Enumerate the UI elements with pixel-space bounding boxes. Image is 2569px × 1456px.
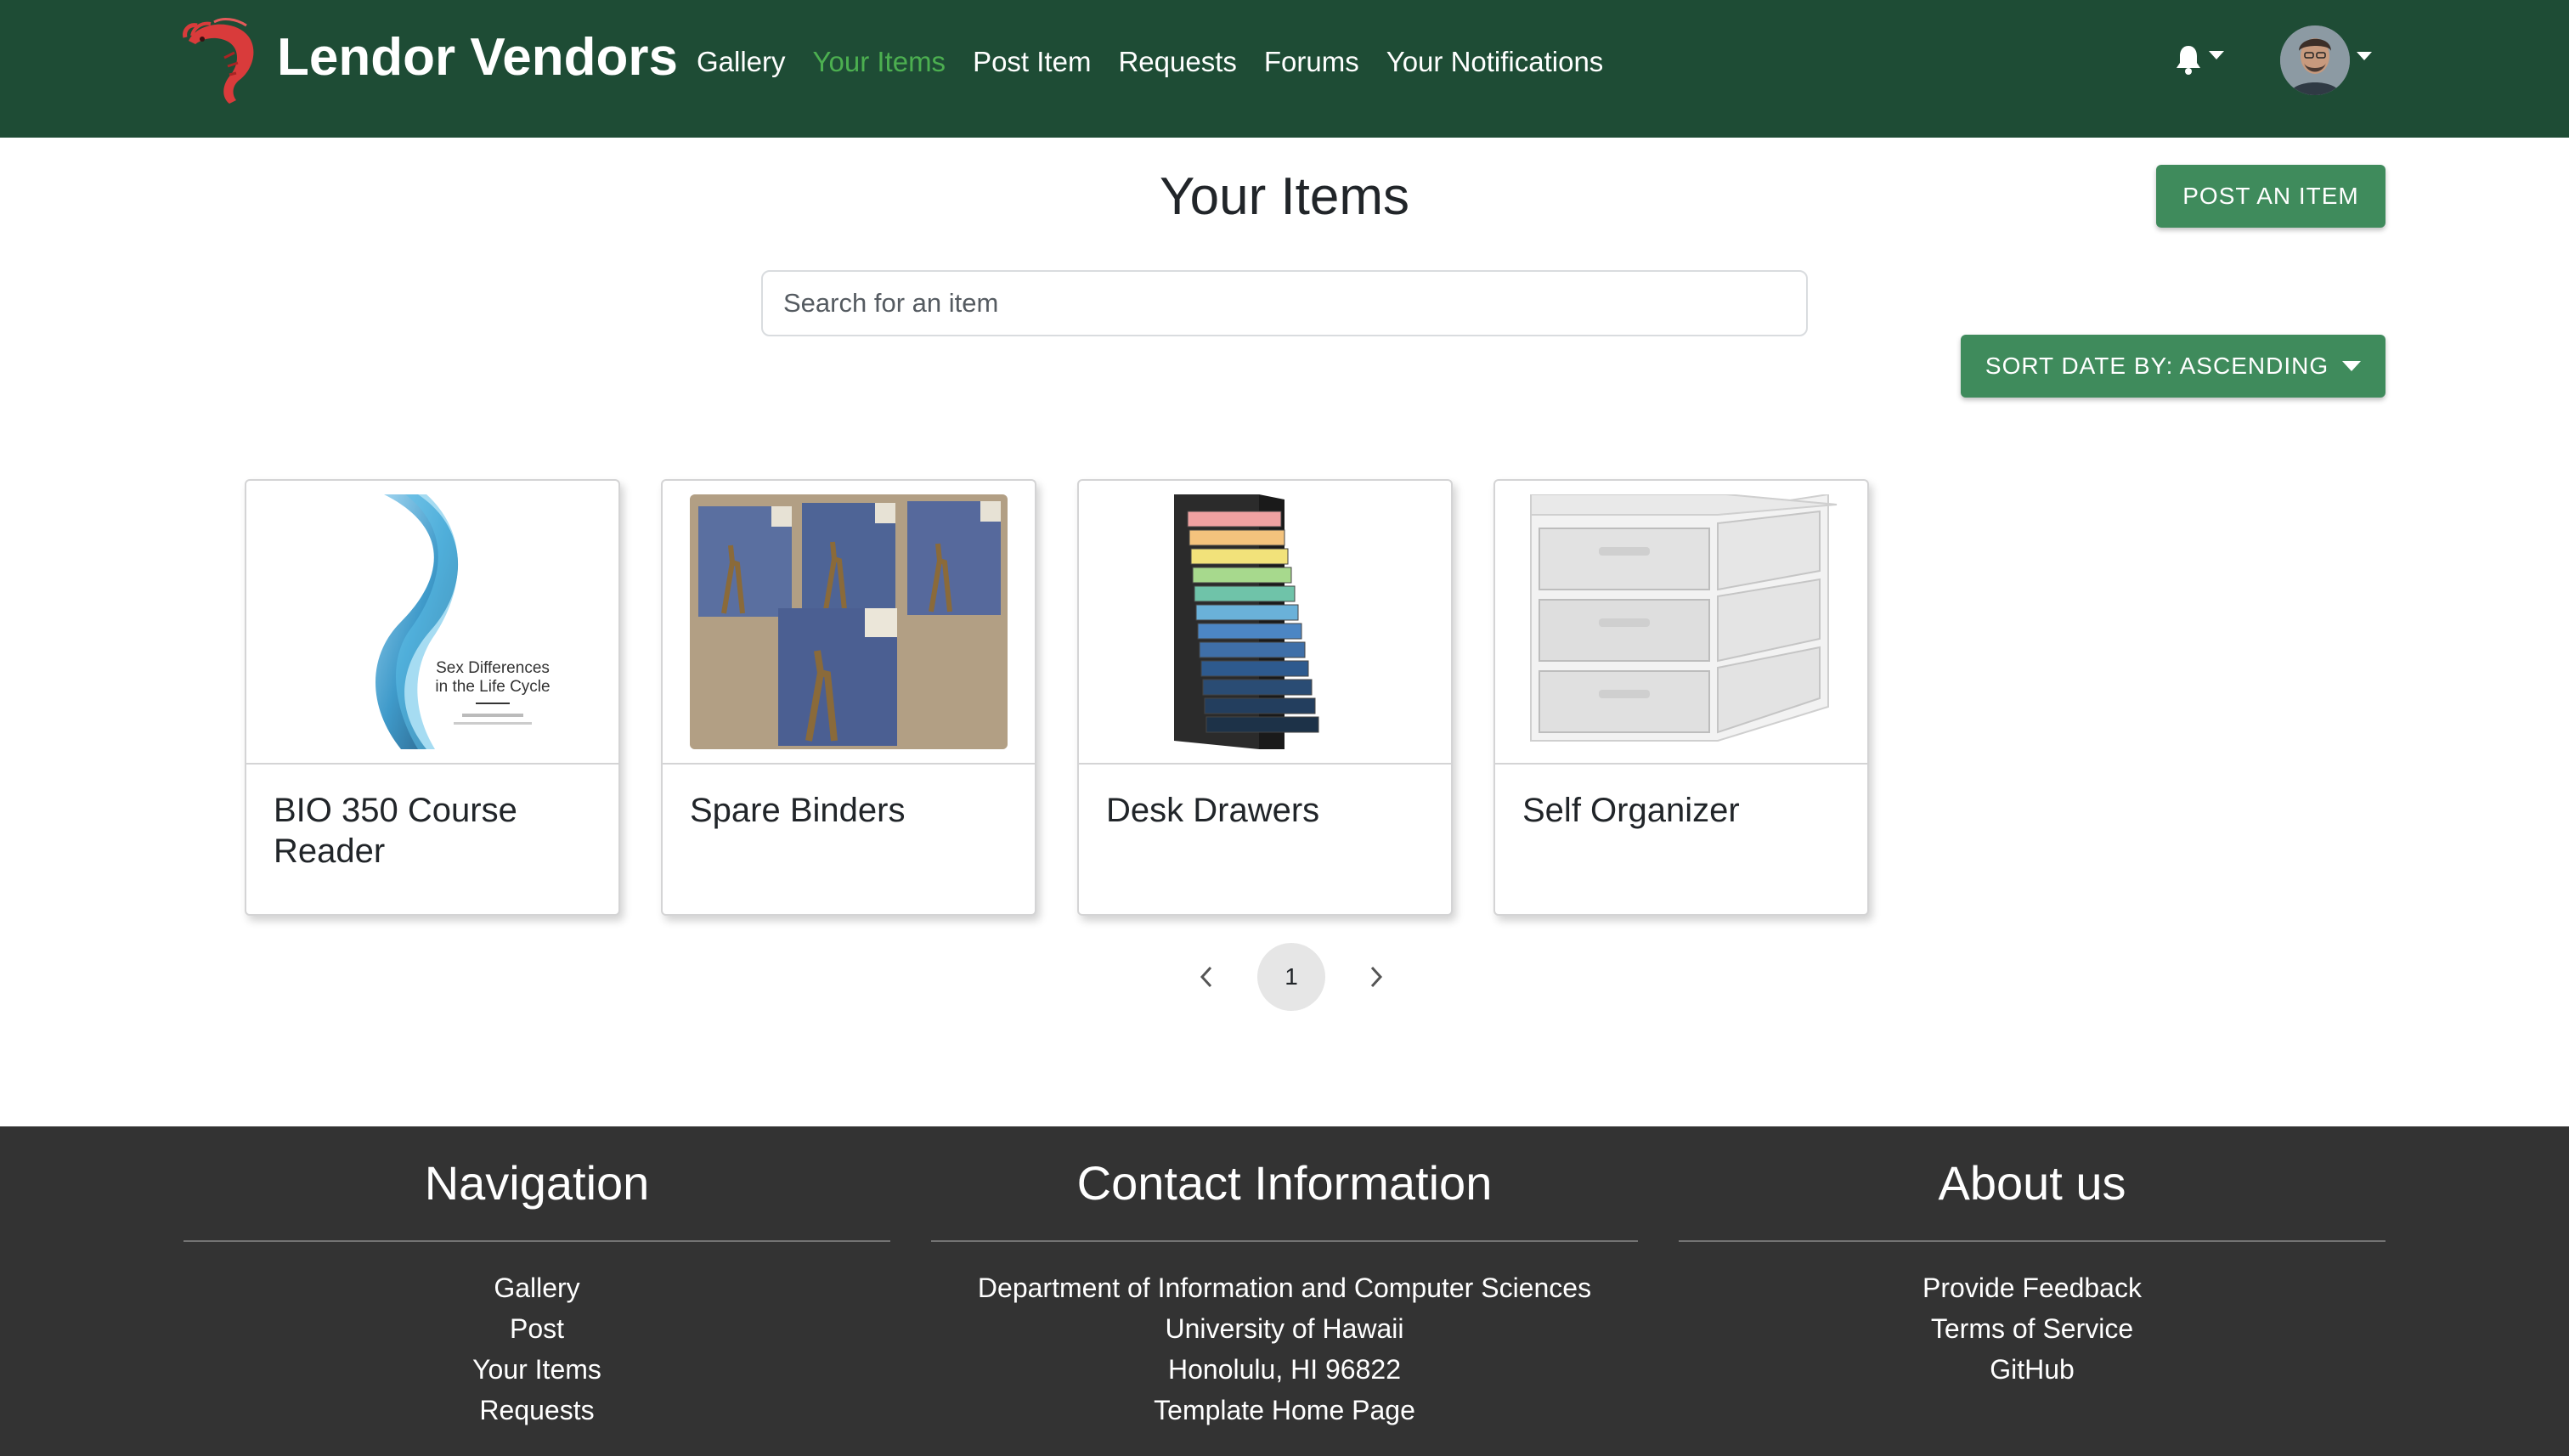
brand-name[interactable]: Lendor Vendors <box>277 24 678 92</box>
nav-requests[interactable]: Requests <box>1118 41 1236 83</box>
search-input[interactable] <box>761 270 1808 336</box>
spare-binders-image <box>690 494 1008 749</box>
bell-icon <box>2177 46 2200 75</box>
sort-date-button[interactable]: SORT DATE BY: ASCENDING <box>1961 335 2386 398</box>
item-image-wrap: Sex Differences in the Life Cycle <box>246 481 618 765</box>
nav-your-notifications[interactable]: Your Notifications <box>1386 41 1604 83</box>
footer-link-your-items[interactable]: Your Items <box>184 1349 890 1390</box>
nav-gallery[interactable]: Gallery <box>697 41 786 83</box>
shrimp-logo-icon[interactable] <box>180 15 268 105</box>
footer-divider <box>1679 1240 2386 1242</box>
item-card[interactable]: Spare Binders <box>661 479 1036 916</box>
nav-forums[interactable]: Forums <box>1264 41 1359 83</box>
main-nav: Gallery Your Items Post Item Requests Fo… <box>697 41 1630 83</box>
top-navbar: Lendor Vendors Gallery Your Items Post I… <box>0 0 2569 138</box>
item-image-wrap <box>1079 481 1451 765</box>
footer-link-terms[interactable]: Terms of Service <box>1679 1308 2386 1349</box>
page-1-button[interactable]: 1 <box>1257 943 1325 1011</box>
chevron-down-icon <box>2209 51 2224 59</box>
footer-address: Honolulu, HI 96822 <box>1168 1354 1401 1385</box>
footer-navigation-heading: Navigation <box>424 1156 650 1210</box>
footer-divider <box>931 1240 1638 1242</box>
chevron-down-icon <box>2357 52 2372 60</box>
footer-contact-heading: Contact Information <box>1076 1156 1493 1210</box>
item-card[interactable]: Sex Differences in the Life Cycle BIO 35… <box>245 479 620 916</box>
item-image-wrap <box>663 481 1035 765</box>
item-title[interactable]: BIO 350 Course Reader <box>246 765 618 897</box>
item-title[interactable]: Desk Drawers <box>1079 765 1451 856</box>
footer-link-feedback[interactable]: Provide Feedback <box>1679 1267 2386 1308</box>
item-title[interactable]: Self Organizer <box>1495 765 1867 856</box>
items-grid: Sex Differences in the Life Cycle BIO 35… <box>245 479 1910 916</box>
next-page-button[interactable] <box>1351 951 1402 1002</box>
footer-link-template-home[interactable]: Template Home Page <box>931 1390 1638 1431</box>
item-card[interactable]: Desk Drawers <box>1077 479 1453 916</box>
footer-link-requests[interactable]: Requests <box>184 1390 890 1431</box>
footer-about-heading: About us <box>1938 1156 2126 1210</box>
chevron-left-icon <box>1200 966 1212 988</box>
sort-label: SORT DATE BY: ASCENDING <box>1985 353 2329 379</box>
course-reader-image: Sex Differences in the Life Cycle <box>274 494 591 749</box>
footer-link-post[interactable]: Post <box>184 1308 890 1349</box>
post-an-item-button[interactable]: POST AN ITEM <box>2156 165 2386 228</box>
desk-drawers-image <box>1106 494 1424 749</box>
item-title[interactable]: Spare Binders <box>663 765 1035 856</box>
cover-title-line1: Sex Differences <box>436 659 550 677</box>
footer-navigation: Navigation Gallery Post Your Items Reque… <box>184 1150 890 1431</box>
footer-university: University of Hawaii <box>1165 1313 1404 1344</box>
footer-contact: Contact Information Department of Inform… <box>931 1150 1638 1431</box>
footer: Navigation Gallery Post Your Items Reque… <box>0 1126 2569 1456</box>
footer-about: About us Provide Feedback Terms of Servi… <box>1679 1150 2386 1390</box>
avatar[interactable] <box>2280 25 2350 95</box>
user-menu[interactable] <box>2280 25 2372 95</box>
self-organizer-image <box>1522 494 1840 749</box>
pagination: 1 <box>1181 943 1402 1011</box>
footer-divider <box>184 1240 890 1242</box>
caret-down-icon <box>2342 361 2362 371</box>
item-image-wrap <box>1495 481 1867 765</box>
footer-department: Department of Information and Computer S… <box>977 1273 1592 1303</box>
item-card[interactable]: Self Organizer <box>1493 479 1869 916</box>
footer-link-github[interactable]: GitHub <box>1679 1349 2386 1390</box>
footer-link-gallery[interactable]: Gallery <box>184 1267 890 1308</box>
nav-your-items[interactable]: Your Items <box>813 41 946 83</box>
nav-post-item[interactable]: Post Item <box>973 41 1091 83</box>
cover-title-line2: in the Life Cycle <box>435 678 550 696</box>
chevron-right-icon <box>1370 966 1383 988</box>
notifications-dropdown[interactable] <box>2175 44 2224 75</box>
prev-page-button[interactable] <box>1181 951 1232 1002</box>
